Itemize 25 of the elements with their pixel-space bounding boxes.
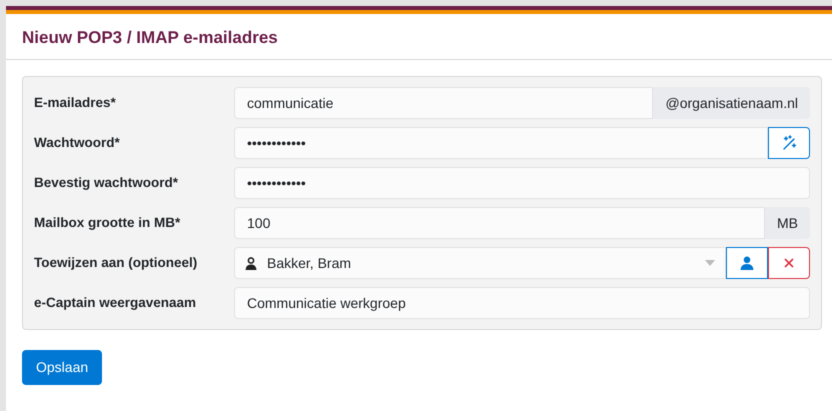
input-field[interactable]: Communicatie werkgroep [234, 287, 810, 319]
close-icon [784, 258, 794, 268]
input-field[interactable]: 100 [234, 207, 765, 239]
input-field[interactable]: •••••••••••• [234, 127, 768, 159]
user-select[interactable]: Bakker, Bram [234, 247, 726, 279]
field-label: e-Captain weergavenaam [34, 294, 198, 312]
page-title: Nieuw POP3 / IMAP e-mailadres [22, 28, 279, 48]
field-label: Mailbox grootte in MB* [34, 214, 182, 232]
clear-button[interactable] [768, 247, 810, 279]
field-label: Wachtwoord* [34, 134, 121, 152]
input-field[interactable]: •••••••••••• [234, 167, 810, 199]
save-button[interactable]: Opslaan [22, 350, 102, 385]
selected-user: Bakker, Bram [267, 254, 352, 272]
magic-wand-icon [781, 135, 797, 151]
input-addon: @organisatienaam.nl [653, 87, 810, 119]
user-icon [740, 256, 754, 270]
field-label: Toewijzen aan (optioneel) [34, 254, 198, 272]
generate-password-button[interactable] [768, 127, 810, 159]
select-user-button[interactable] [726, 247, 768, 279]
user-icon [245, 256, 257, 270]
field-label: Bevestig wachtwoord* [34, 174, 180, 192]
caret-icon [705, 260, 715, 266]
field-label: E-mailadres* [34, 94, 117, 112]
input-addon: MB [765, 207, 810, 239]
input-field[interactable]: communicatie [234, 87, 654, 119]
